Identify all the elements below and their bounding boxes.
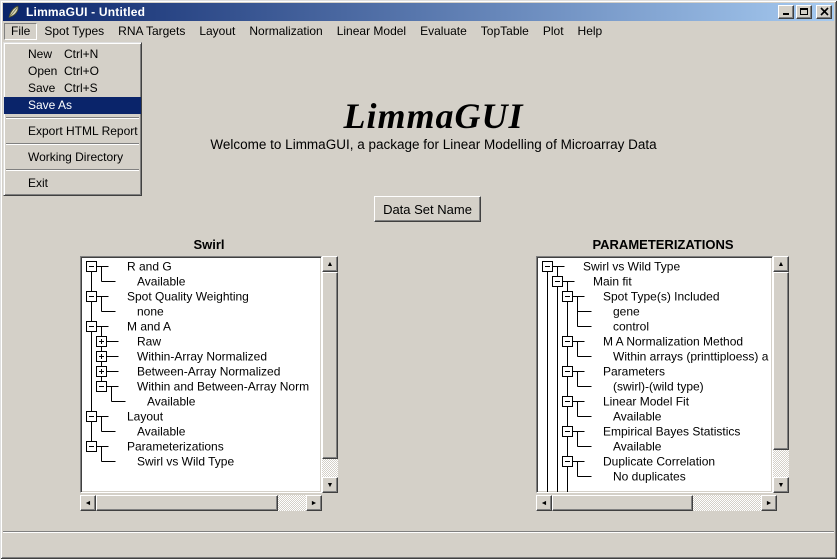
minimize-icon — [782, 3, 791, 21]
app-window: LimmaGUI - Untitled FileSpot TypesRNA Ta… — [0, 0, 837, 559]
scroll-left-button[interactable]: ◄ — [536, 495, 552, 511]
menu-item-export-html-report[interactable]: Export HTML Report — [4, 123, 141, 140]
window-title: LimmaGUI - Untitled — [26, 5, 145, 19]
arrow-down-icon: ▼ — [778, 482, 785, 489]
svg-text:(swirl)-(wild type): (swirl)-(wild type) — [613, 380, 704, 394]
swirl-vertical-scrollbar[interactable]: ▲▼ — [322, 256, 338, 493]
svg-text:Main fit: Main fit — [593, 275, 632, 289]
arrow-left-icon: ◄ — [541, 500, 548, 507]
menubar-toptable[interactable]: TopTable — [474, 23, 536, 40]
bottom-strip — [3, 531, 834, 556]
svg-text:gene: gene — [613, 305, 640, 319]
svg-text:Linear Model Fit: Linear Model Fit — [603, 395, 690, 409]
scroll-left-button[interactable]: ◄ — [80, 495, 96, 511]
arrow-right-icon: ► — [311, 500, 318, 507]
svg-text:M A Normalization Method: M A Normalization Method — [603, 335, 743, 349]
scroll-right-button[interactable]: ► — [761, 495, 777, 511]
horizontal-scrollbar-thumb[interactable] — [552, 495, 693, 511]
parameterizations-horizontal-scrollbar[interactable]: ◄► — [536, 495, 777, 511]
menubar-layout[interactable]: Layout — [192, 23, 242, 40]
arrow-down-icon: ▼ — [327, 482, 334, 489]
svg-text:No duplicates: No duplicates — [613, 470, 686, 484]
menubar: FileSpot TypesRNA TargetsLayoutNormaliza… — [3, 21, 834, 42]
menubar-evaluate[interactable]: Evaluate — [413, 23, 474, 40]
scroll-down-button[interactable]: ▼ — [322, 477, 338, 493]
data-set-name-button[interactable]: Data Set Name — [374, 196, 481, 222]
welcome-text: Welcome to LimmaGUI, a package for Linea… — [33, 137, 834, 152]
horizontal-scrollbar-thumb[interactable] — [96, 495, 278, 511]
titlebar[interactable]: LimmaGUI - Untitled — [3, 3, 834, 21]
parameterizations-tree-listbox[interactable]: Swirl vs Wild TypeMain fitSpot Type(s) I… — [536, 256, 773, 493]
close-icon — [820, 3, 829, 21]
svg-text:Available: Available — [613, 410, 662, 424]
arrow-up-icon: ▲ — [778, 261, 785, 268]
svg-text:control: control — [613, 320, 649, 334]
menubar-linear-model[interactable]: Linear Model — [330, 23, 413, 40]
svg-text:Spot Type(s) Included: Spot Type(s) Included — [603, 290, 720, 304]
arrow-up-icon: ▲ — [327, 261, 334, 268]
menu-item-save[interactable]: SaveCtrl+S — [4, 80, 141, 97]
svg-text:Within arrays (printtiploess): Within arrays (printtiploess) a — [613, 350, 769, 364]
menu-separator — [4, 140, 141, 149]
svg-text:Available: Available — [613, 440, 662, 454]
close-button[interactable] — [816, 5, 832, 19]
menu-separator — [4, 114, 141, 123]
svg-text:Swirl vs Wild Type: Swirl vs Wild Type — [137, 455, 234, 469]
menubar-spot-types[interactable]: Spot Types — [37, 23, 111, 40]
parameterizations-tree-heading: PARAMETERIZATIONS — [536, 237, 790, 253]
scroll-up-button[interactable]: ▲ — [322, 256, 338, 272]
swirl-tree-listbox[interactable]: R and GAvailableSpot Quality Weightingno… — [80, 256, 322, 493]
svg-text:Parameterizations: Parameterizations — [127, 440, 224, 454]
swirl-tree-heading: Swirl — [80, 237, 338, 253]
svg-text:Parameters: Parameters — [603, 365, 665, 379]
vertical-scrollbar-thumb[interactable] — [322, 272, 338, 459]
svg-text:Available: Available — [137, 425, 186, 439]
svg-text:Available: Available — [137, 275, 186, 289]
app-title-heading: LimmaGUI — [33, 95, 834, 137]
menubar-rna-targets[interactable]: RNA Targets — [111, 23, 192, 40]
svg-text:Available: Available — [147, 395, 196, 409]
svg-text:M and A: M and A — [127, 320, 171, 334]
swirl-horizontal-scrollbar[interactable]: ◄► — [80, 495, 322, 511]
svg-text:Between-Array Normalized: Between-Array Normalized — [137, 365, 280, 379]
svg-text:Layout: Layout — [127, 410, 164, 424]
menu-item-new[interactable]: NewCtrl+N — [4, 46, 141, 63]
arrow-left-icon: ◄ — [85, 500, 92, 507]
menubar-plot[interactable]: Plot — [536, 23, 571, 40]
svg-text:none: none — [137, 305, 164, 319]
svg-text:Swirl vs Wild Type: Swirl vs Wild Type — [583, 260, 680, 274]
menubar-file[interactable]: File — [4, 23, 37, 40]
arrow-right-icon: ► — [766, 500, 773, 507]
svg-text:Empirical Bayes Statistics: Empirical Bayes Statistics — [603, 425, 740, 439]
scroll-up-button[interactable]: ▲ — [773, 256, 789, 272]
scroll-right-button[interactable]: ► — [306, 495, 322, 511]
parameterizations-tree-widget: Swirl vs Wild TypeMain fitSpot Type(s) I… — [536, 256, 791, 512]
scroll-down-button[interactable]: ▼ — [773, 477, 789, 493]
svg-text:R and G: R and G — [127, 260, 172, 274]
swirl-tree-widget: R and GAvailableSpot Quality Weightingno… — [80, 256, 340, 512]
menu-item-working-directory[interactable]: Working Directory — [4, 149, 141, 166]
svg-text:Within and Between-Array Norm: Within and Between-Array Norm — [137, 380, 309, 394]
file-menu-popup: NewCtrl+NOpenCtrl+OSaveCtrl+SSave As Expo… — [3, 42, 142, 196]
minimize-button[interactable] — [778, 5, 794, 19]
svg-text:Within-Array Normalized: Within-Array Normalized — [137, 350, 267, 364]
svg-text:Duplicate Correlation: Duplicate Correlation — [603, 455, 715, 469]
parameterizations-vertical-scrollbar[interactable]: ▲▼ — [773, 256, 789, 493]
maximize-button[interactable] — [796, 5, 812, 19]
menubar-normalization[interactable]: Normalization — [242, 23, 329, 40]
menu-separator — [4, 166, 141, 175]
menu-item-save-as[interactable]: Save As — [4, 97, 141, 114]
tk-feather-icon — [6, 4, 22, 20]
menubar-help[interactable]: Help — [571, 23, 610, 40]
maximize-icon — [800, 3, 809, 21]
vertical-scrollbar-thumb[interactable] — [773, 272, 789, 450]
svg-text:Spot Quality Weighting: Spot Quality Weighting — [127, 290, 249, 304]
menu-item-open[interactable]: OpenCtrl+O — [4, 63, 141, 80]
window-controls — [778, 5, 832, 19]
svg-text:Raw: Raw — [137, 335, 161, 349]
menu-item-exit[interactable]: Exit — [4, 175, 141, 192]
